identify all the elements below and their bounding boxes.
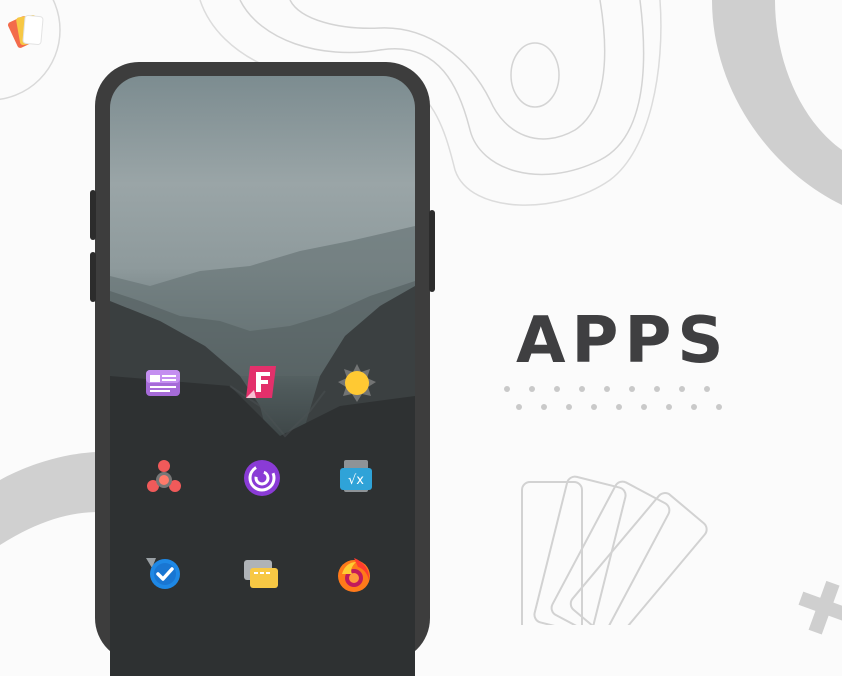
news-app-icon[interactable]: [140, 362, 184, 406]
math-app-icon[interactable]: √x: [334, 456, 378, 500]
files-app-icon[interactable]: [238, 552, 282, 596]
phone-power-button: [429, 210, 435, 292]
phone-volume-down-button: [90, 252, 96, 302]
card-stack-illustration: [521, 475, 708, 625]
phone-screen-wallpaper: √x: [110, 76, 415, 676]
page-title: APPS: [516, 304, 730, 378]
tasks-app-icon[interactable]: [142, 550, 186, 594]
plus-shape-decoration: [798, 580, 842, 635]
firefox-app-icon[interactable]: [332, 552, 376, 596]
brand-logo: [8, 14, 44, 48]
dot-divider-top: [504, 386, 724, 394]
dot-divider-bottom: [516, 404, 736, 412]
svg-text:√x: √x: [348, 473, 364, 488]
molecule-app-icon[interactable]: [142, 456, 186, 500]
phone-volume-up-button: [90, 190, 96, 240]
phone-mockup: √x: [90, 62, 435, 676]
swirl-app-icon[interactable]: [240, 456, 284, 500]
feedly-app-icon[interactable]: [240, 360, 284, 404]
weather-app-icon[interactable]: [335, 362, 379, 406]
